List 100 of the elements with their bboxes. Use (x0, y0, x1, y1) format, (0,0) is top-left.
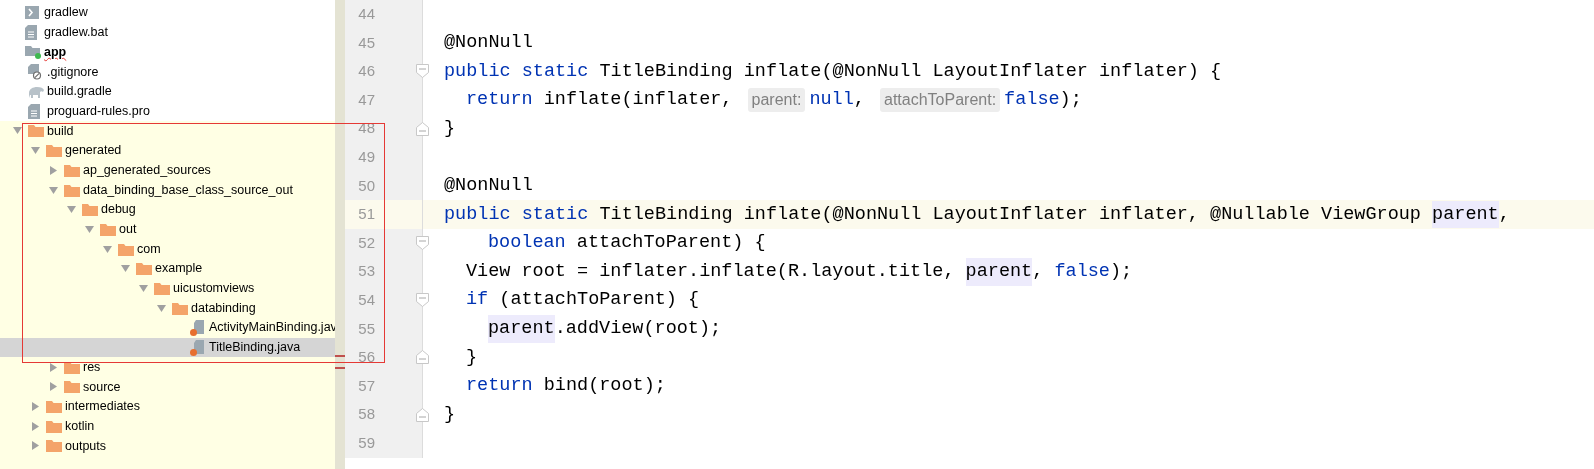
code-text: ); (1109, 259, 1133, 284)
folder-icon (64, 380, 80, 394)
tree-item[interactable]: kotlin (0, 416, 335, 437)
line-number: 45 (358, 32, 375, 53)
collapsed-arrow-icon[interactable] (49, 382, 58, 392)
expanded-arrow-icon[interactable] (67, 205, 76, 215)
line-number: 58 (358, 404, 375, 425)
code-text: , (853, 88, 866, 113)
tree-item-label: TitleBinding.java (209, 339, 301, 357)
tree-item[interactable]: com (0, 239, 335, 259)
tree-item[interactable]: data_binding_base_class_source_out (0, 180, 335, 200)
tree-item-label: .gitignore (47, 63, 99, 81)
folder-icon (82, 203, 98, 217)
tree-item[interactable]: gradlew (0, 3, 335, 23)
folder-icon (46, 419, 62, 433)
line-number: 46 (358, 61, 375, 82)
code-keyword: public static (444, 59, 590, 84)
code-text: , (1498, 202, 1510, 227)
code-identifier: parent (1432, 200, 1499, 229)
code-keyword: public static (444, 202, 590, 227)
tree-item-label: data_binding_base_class_source_out (83, 181, 293, 199)
folder-icon (46, 400, 62, 414)
code-identifier: parent (488, 314, 555, 343)
expanded-arrow-icon[interactable] (49, 185, 58, 195)
line-number: 59 (358, 432, 375, 453)
tree-item-label: res (83, 358, 101, 376)
tree-item[interactable]: source (0, 377, 335, 397)
tree-item-label: databinding (191, 299, 256, 317)
code-identifier: parent (965, 257, 1033, 286)
tree-item[interactable]: databinding (0, 298, 335, 318)
folder-icon (64, 183, 80, 197)
line-number: 55 (358, 318, 375, 339)
collapsed-arrow-icon[interactable] (49, 362, 58, 372)
collapsed-arrow-icon[interactable] (31, 441, 40, 451)
tree-item-label: outputs (65, 437, 106, 455)
code-text: @NonNull (444, 31, 533, 55)
tree-item[interactable]: ActivityMainBinding.jav (0, 318, 335, 338)
folder-icon (118, 242, 134, 256)
tree-item-label: ap_generated_sources (83, 161, 211, 179)
fold-marker-icon[interactable] (416, 236, 429, 251)
tree-item-label: out (119, 221, 137, 239)
tree-item-label: build (47, 122, 74, 140)
code-keyword: false (1054, 259, 1110, 284)
line-number: 50 (358, 175, 375, 196)
folder-icon (28, 124, 44, 138)
expanded-arrow-icon[interactable] (139, 283, 148, 293)
module-folder-icon (25, 45, 42, 60)
line-number: 51 (358, 204, 375, 225)
tree-item[interactable]: build (0, 121, 335, 141)
tree-item[interactable]: outputs (0, 436, 335, 456)
line-number: 53 (358, 261, 375, 282)
tree-item[interactable]: intermediates (0, 396, 335, 417)
folder-icon (100, 222, 116, 236)
code-keyword: boolean (488, 231, 567, 256)
collapsed-arrow-icon[interactable] (49, 165, 58, 175)
expanded-arrow-icon[interactable] (13, 126, 22, 136)
tree-item-label: ActivityMainBinding.jav (209, 319, 337, 337)
tree-item[interactable]: .gitignore (0, 62, 335, 82)
collapsed-arrow-icon[interactable] (31, 402, 40, 412)
code-text: (attachToParent) { (499, 288, 700, 313)
line-number: 54 (358, 290, 375, 310)
scrollbar[interactable] (335, 0, 345, 469)
expanded-arrow-icon[interactable] (85, 224, 94, 234)
expanded-arrow-icon[interactable] (157, 303, 166, 313)
expanded-arrow-icon[interactable] (103, 244, 112, 254)
fold-marker-icon[interactable] (416, 64, 429, 79)
tree-item-label: intermediates (65, 398, 141, 416)
text-file-icon (28, 103, 40, 119)
line-number: 47 (358, 89, 375, 110)
folder-icon (172, 301, 188, 315)
line-number: 49 (358, 147, 375, 167)
code-keyword: return (466, 374, 534, 399)
code-text: .addView(root); (554, 316, 722, 341)
code-keyword: if (466, 288, 490, 313)
tree-item[interactable]: build.gradle (0, 81, 335, 102)
code-keyword: false (1004, 88, 1060, 113)
java-file-icon (190, 319, 204, 336)
tree-item[interactable]: gradlew.bat (0, 22, 335, 43)
expanded-arrow-icon[interactable] (121, 264, 130, 274)
folder-icon (154, 281, 170, 295)
tree-item-label: app (44, 43, 67, 61)
line-number: 57 (358, 375, 375, 396)
tree-item[interactable]: proguard-rules.pro (0, 101, 335, 122)
line-number: 52 (358, 232, 375, 253)
line-number: 44 (358, 4, 375, 25)
fold-marker-icon[interactable] (416, 293, 429, 308)
tree-item[interactable]: app (0, 42, 335, 63)
text-file-icon (25, 25, 37, 41)
tree-item[interactable]: res (0, 357, 335, 378)
code-text: inflate(inflater, (543, 88, 734, 113)
code-keyword: null (809, 88, 854, 113)
expanded-arrow-icon[interactable] (31, 146, 40, 156)
folder-icon (64, 163, 80, 177)
collapsed-arrow-icon[interactable] (31, 421, 40, 431)
code-text: ); (1059, 88, 1082, 113)
tree-item-label: debug (101, 201, 136, 219)
code-text: bind(root); (543, 374, 666, 399)
tree-item-label: uicustomviews (173, 280, 255, 298)
parameter-hint: attachToParent: (880, 88, 1001, 113)
code-text: @NonNull (444, 174, 533, 198)
